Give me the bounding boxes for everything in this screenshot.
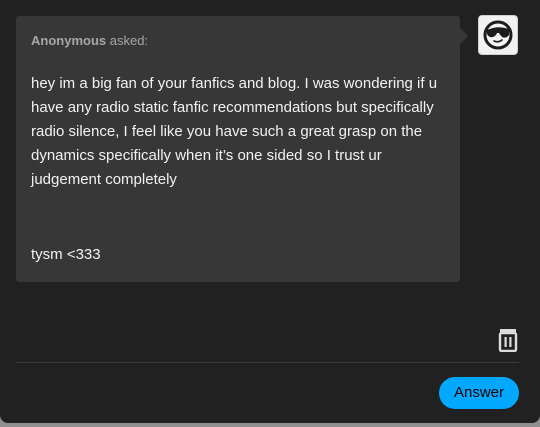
ask-bubble: Anonymous asked: hey im a big fan of you… [16, 16, 468, 282]
trash-icon[interactable] [497, 328, 519, 353]
question-text: hey im a big fan of your fanfics and blo… [31, 72, 451, 263]
asker-line: Anonymous asked: [31, 33, 148, 48]
question-signoff: tysm <333 [31, 246, 101, 263]
ask-card: Anonymous asked: hey im a big fan of you… [0, 0, 540, 423]
asked-label: asked: [106, 33, 149, 48]
sunglasses-face-icon [483, 20, 513, 50]
divider [16, 362, 519, 363]
answer-button[interactable]: Answer [439, 377, 519, 409]
avatar[interactable] [478, 15, 518, 55]
question-paragraph: hey im a big fan of your fanfics and blo… [31, 75, 438, 188]
asker-name[interactable]: Anonymous [31, 33, 106, 48]
